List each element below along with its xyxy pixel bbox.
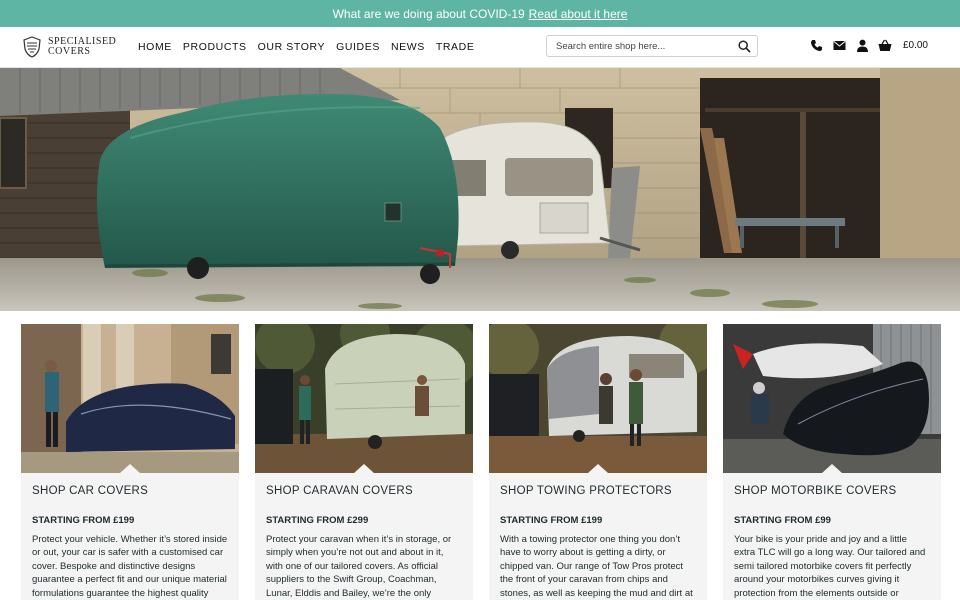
card-notch bbox=[822, 464, 842, 473]
card-motorbike-covers[interactable]: SHOP MOTORBIKE COVERS STARTING FROM £99 … bbox=[723, 324, 941, 600]
announcement-text: What are we doing about COVID-19 bbox=[332, 6, 525, 21]
card-description: With a towing protector one thing you do… bbox=[500, 534, 693, 599]
hero-banner[interactable] bbox=[0, 68, 960, 311]
hero-image bbox=[0, 68, 960, 311]
nav-news[interactable]: NEWS bbox=[391, 41, 425, 53]
announcement-bar: What are we doing about COVID-19 Read ab… bbox=[0, 0, 960, 27]
card-notch bbox=[354, 464, 374, 473]
card-caravan-covers[interactable]: SHOP CARAVAN COVERS STARTING FROM £299 P… bbox=[255, 324, 473, 600]
logo-text: SPECIALISED COVERS bbox=[48, 37, 116, 57]
card-notch bbox=[120, 464, 140, 473]
card-description: Protect your caravan when it’s in storag… bbox=[266, 534, 452, 599]
product-cards: SHOP CAR COVERS STARTING FROM £199 Prote… bbox=[0, 311, 960, 600]
account-icon[interactable] bbox=[856, 39, 869, 52]
announcement-link[interactable]: Read about it here bbox=[529, 7, 628, 21]
header-actions: £0.00 bbox=[810, 39, 928, 52]
card-title[interactable]: SHOP TOWING PROTECTORS bbox=[489, 473, 707, 497]
caravan-cover-photo bbox=[255, 324, 473, 473]
nav-our-story[interactable]: OUR STORY bbox=[258, 41, 325, 53]
card-title[interactable]: SHOP CAR COVERS bbox=[21, 473, 239, 497]
card-title[interactable]: SHOP MOTORBIKE COVERS bbox=[723, 473, 941, 497]
nav-trade[interactable]: TRADE bbox=[436, 41, 475, 53]
nav-home[interactable]: HOME bbox=[138, 41, 172, 53]
car-cover-photo bbox=[21, 324, 239, 473]
towing-protectors-image[interactable] bbox=[489, 324, 707, 473]
mail-icon[interactable] bbox=[832, 39, 847, 52]
nav-products[interactable]: PRODUCTS bbox=[183, 41, 247, 53]
shield-logo-icon bbox=[23, 36, 41, 58]
phone-icon[interactable] bbox=[810, 39, 823, 52]
search-box bbox=[546, 35, 758, 57]
card-price: STARTING FROM £299 bbox=[266, 515, 369, 526]
site-header: SPECIALISED COVERS HOME PRODUCTS OUR STO… bbox=[0, 27, 960, 68]
logo-line-2: COVERS bbox=[48, 46, 91, 57]
basket-icon[interactable] bbox=[878, 39, 892, 52]
motorbike-covers-image[interactable] bbox=[723, 324, 941, 473]
nav-guides[interactable]: GUIDES bbox=[336, 41, 380, 53]
search-icon[interactable] bbox=[738, 39, 751, 53]
card-price: STARTING FROM £99 bbox=[734, 515, 831, 526]
card-notch bbox=[588, 464, 608, 473]
logo[interactable]: SPECIALISED COVERS bbox=[22, 36, 134, 58]
towing-protector-photo bbox=[489, 324, 707, 473]
main-nav: HOME PRODUCTS OUR STORY GUIDES NEWS TRAD… bbox=[138, 41, 474, 53]
card-price: STARTING FROM £199 bbox=[500, 515, 603, 526]
card-description: Protect your vehicle. Whether it’s store… bbox=[32, 534, 228, 599]
motorbike-cover-photo bbox=[723, 324, 941, 473]
card-towing-protectors[interactable]: SHOP TOWING PROTECTORS STARTING FROM £19… bbox=[489, 324, 707, 600]
card-car-covers[interactable]: SHOP CAR COVERS STARTING FROM £199 Prote… bbox=[21, 324, 239, 600]
search-input[interactable] bbox=[556, 40, 738, 52]
cart-total[interactable]: £0.00 bbox=[903, 40, 928, 51]
card-description: Your bike is your pride and joy and a li… bbox=[734, 534, 926, 599]
caravan-covers-image[interactable] bbox=[255, 324, 473, 473]
card-price: STARTING FROM £199 bbox=[32, 515, 135, 526]
card-title[interactable]: SHOP CARAVAN COVERS bbox=[255, 473, 473, 497]
car-covers-image[interactable] bbox=[21, 324, 239, 473]
